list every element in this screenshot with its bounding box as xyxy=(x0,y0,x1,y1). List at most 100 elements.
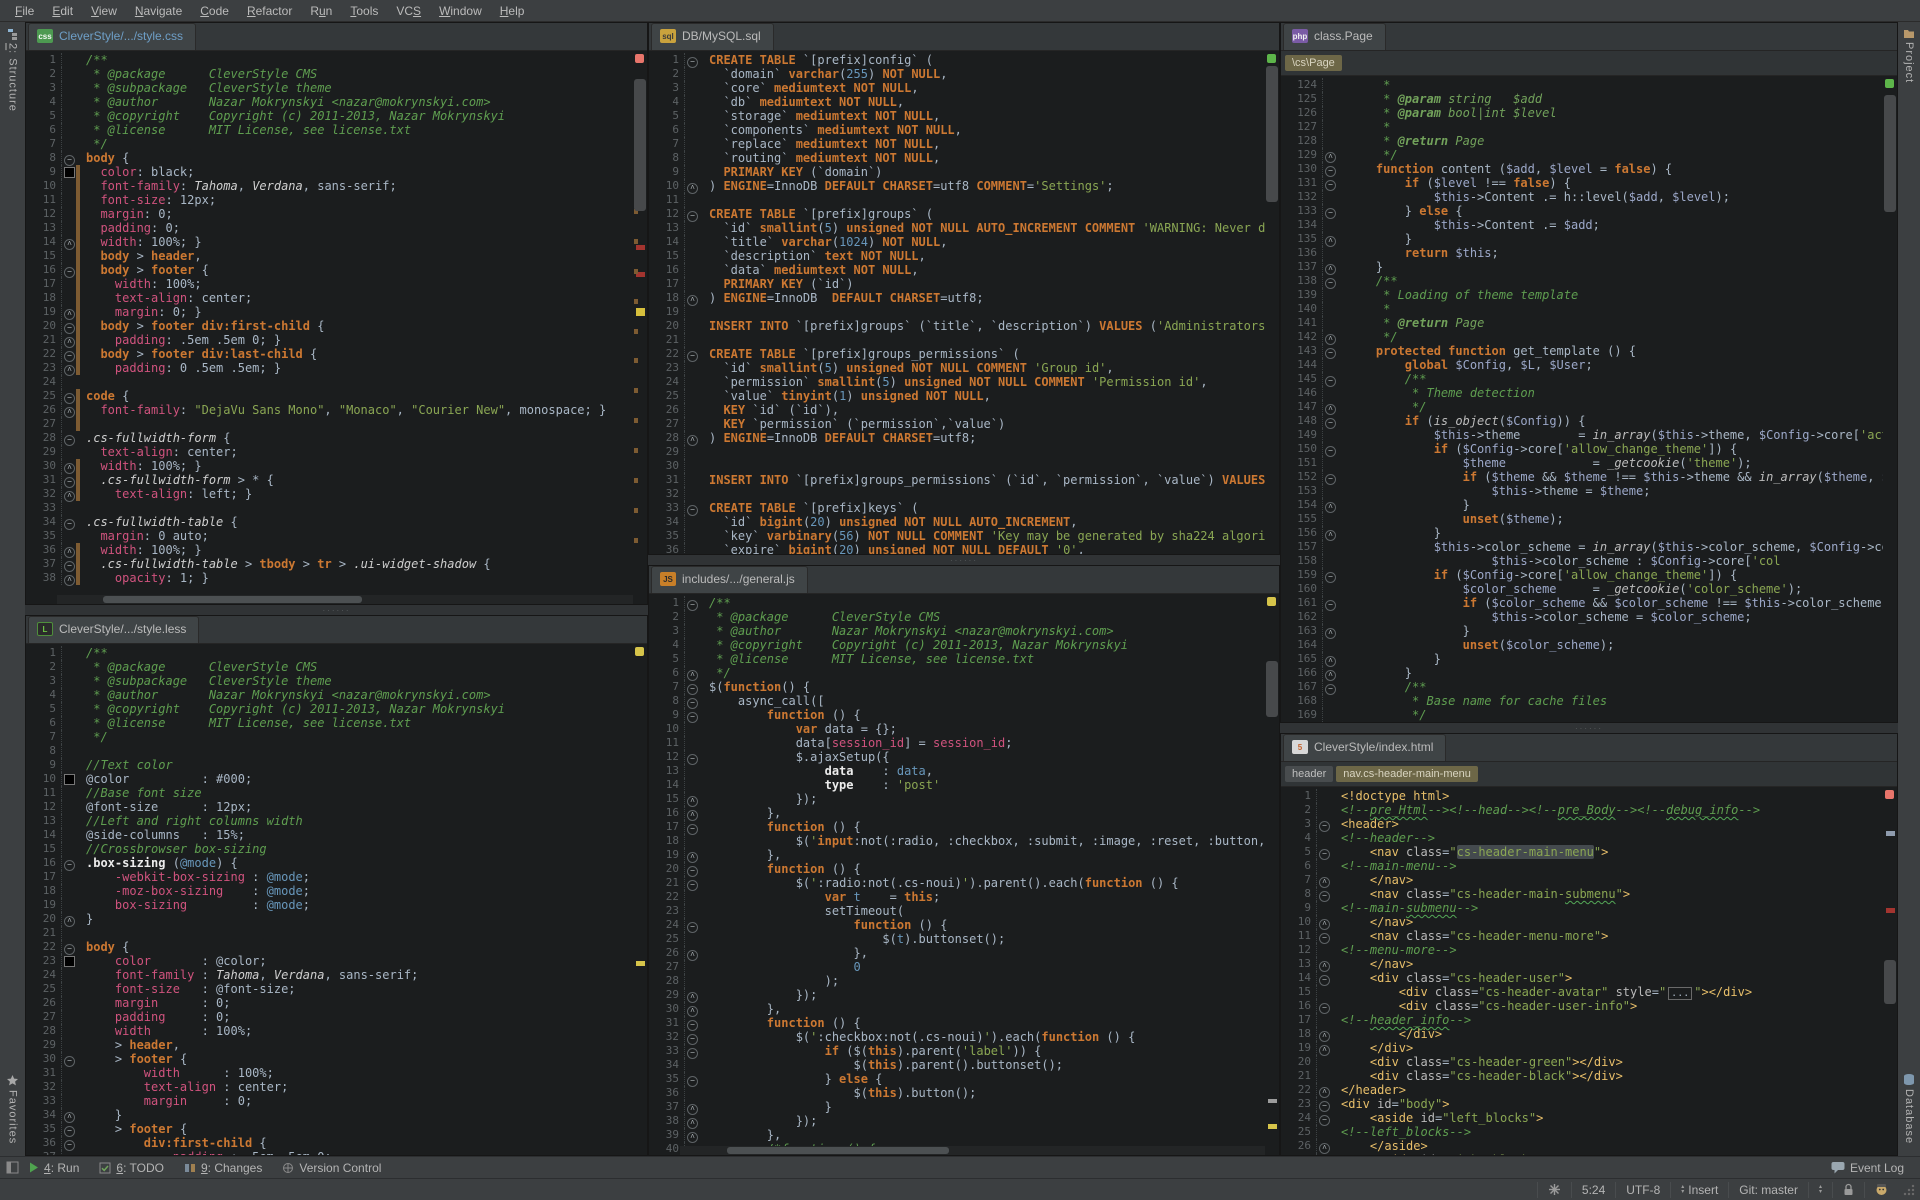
breadcrumb-item[interactable]: \cs\Page xyxy=(1285,55,1342,71)
vcs-change-bar xyxy=(76,543,80,557)
editor-pane-class-page: phpclass.Page \cs\Page 124 *125 * @param… xyxy=(1280,22,1898,723)
line-number: 156 xyxy=(1281,526,1323,540)
line-number: 24 xyxy=(649,375,685,389)
tab-style-less[interactable]: LCleverStyle/.../style.less xyxy=(28,616,199,643)
code-line: 15 <div class="cs-header-avatar" style="… xyxy=(1281,985,1883,999)
menu-item-code[interactable]: Code xyxy=(191,2,238,20)
code-area[interactable]: 1/**2 * @package CleverStyle CMS3 * @sub… xyxy=(26,51,633,604)
vertical-scrollbar-thumb[interactable] xyxy=(634,79,646,212)
horizontal-scrollbar-thumb[interactable] xyxy=(103,596,362,603)
vertical-scrollbar-thumb[interactable] xyxy=(1266,661,1278,717)
splitter[interactable]: ······ xyxy=(648,555,1280,565)
menu-item-run[interactable]: Run xyxy=(301,2,341,20)
code-line: 156˄ } xyxy=(1281,526,1883,540)
breadcrumb-item[interactable]: header xyxy=(1285,766,1333,782)
breadcrumb-item[interactable]: nav.cs-header-main-menu xyxy=(1336,766,1478,782)
line-number: 29 xyxy=(649,445,685,459)
gutter-space xyxy=(699,473,703,487)
menu-item-help[interactable]: Help xyxy=(491,2,534,20)
tab-mysql-sql[interactable]: sqlDB/MySQL.sql xyxy=(651,23,774,50)
hector-inspector-icon[interactable] xyxy=(1864,1182,1898,1198)
code-line: 139 * Loading of theme template xyxy=(1281,288,1883,302)
gutter-space xyxy=(76,940,80,954)
git-branch-widget[interactable]: Git: master xyxy=(1728,1182,1808,1198)
code-area[interactable]: 124 *125 * @param string $add126 * @para… xyxy=(1281,76,1883,722)
inspection-profile-icon[interactable] xyxy=(1537,1182,1571,1198)
tab-style-css[interactable]: cssCleverStyle/.../style.css xyxy=(28,23,196,50)
menu-item-window[interactable]: Window xyxy=(430,2,491,20)
line-number: 19 xyxy=(1281,1041,1317,1055)
file-status-indicator xyxy=(1267,54,1276,63)
tool-window-switcher-icon[interactable] xyxy=(6,1161,19,1174)
menu-item-navigate[interactable]: Navigate xyxy=(126,2,191,20)
code-line: 151 $theme = _getcookie('theme'); xyxy=(1281,456,1883,470)
code-line: 3−<header> xyxy=(1281,817,1883,831)
code-area[interactable]: 1<!doctype html>2<!--pre_Html--><!--head… xyxy=(1281,787,1883,1155)
code-line: 10 var data = {}; xyxy=(649,722,1265,736)
vertical-scrollbar-thumb[interactable] xyxy=(1266,66,1278,202)
code-line: 148− if (is_object($Config)) { xyxy=(1281,414,1883,428)
vertical-scrollbar-thumb[interactable] xyxy=(1884,960,1896,1004)
tool-button-database[interactable]: Database xyxy=(1898,1067,1920,1150)
lock-icon[interactable] xyxy=(1832,1182,1864,1198)
menu-item-vcs[interactable]: VCS xyxy=(387,2,430,20)
line-number: 11 xyxy=(26,193,62,207)
gutter-space xyxy=(699,1016,703,1030)
code-line: 27 xyxy=(26,417,633,431)
file-encoding[interactable]: UTF-8 xyxy=(1615,1182,1670,1198)
menu-item-file[interactable]: File xyxy=(6,2,43,20)
tool-button-2-structure[interactable]: 2: Structure xyxy=(0,22,25,118)
gutter-space xyxy=(1331,985,1335,999)
code-line: 30 xyxy=(649,459,1265,473)
vertical-scrollbar-thumb[interactable] xyxy=(1884,95,1896,211)
code-line: 21− $(':radio:not(.cs-noui)').parent().e… xyxy=(649,876,1265,890)
fold-marker-icon[interactable]: ˄ xyxy=(64,575,75,586)
resize-grip[interactable] xyxy=(1902,1183,1916,1197)
tool-button-4-run[interactable]: 4: Run xyxy=(19,1159,89,1177)
gutter-space xyxy=(699,750,703,764)
line-number: 8 xyxy=(649,694,685,708)
gutter-space xyxy=(699,263,703,277)
tool-button-6-todo[interactable]: 6: TODO xyxy=(89,1159,174,1177)
code-area[interactable]: 1−CREATE TABLE `[prefix]config` (2 `doma… xyxy=(649,51,1265,554)
gutter-space xyxy=(76,1066,80,1080)
line-number: 5 xyxy=(649,109,685,123)
menu-item-tools[interactable]: Tools xyxy=(341,2,387,20)
line-number: 9 xyxy=(649,165,685,179)
line-number: 21 xyxy=(649,876,685,890)
menu-item-refactor[interactable]: Refactor xyxy=(238,2,301,20)
code-line: 33 xyxy=(26,501,633,515)
tool-button-event-log[interactable]: Event Log xyxy=(1821,1159,1914,1177)
vcs-change-bar xyxy=(76,473,80,487)
line-number: 20 xyxy=(26,319,62,333)
splitter[interactable]: ······ xyxy=(25,605,648,615)
tool-button-version-control[interactable]: Version Control xyxy=(272,1159,391,1177)
line-number: 8 xyxy=(26,151,62,165)
code-line: 11 font-size: 12px; xyxy=(26,193,633,207)
horizontal-scrollbar-thumb[interactable] xyxy=(727,1147,949,1154)
line-number: 12 xyxy=(26,207,62,221)
line-number: 157 xyxy=(1281,540,1323,554)
tool-button-favorites[interactable]: Favorites xyxy=(0,1068,25,1150)
line-number: 3 xyxy=(26,674,62,688)
splitter[interactable]: ······ xyxy=(1280,723,1898,733)
horizontal-scrollbar-track[interactable] xyxy=(680,1146,1265,1155)
menu-item-edit[interactable]: Edit xyxy=(43,2,82,20)
tab-class-page[interactable]: phpclass.Page xyxy=(1283,23,1386,50)
insert-mode-toggle[interactable]: ▴▾Insert xyxy=(1670,1182,1728,1198)
tab-index-html[interactable]: 5CleverStyle/index.html xyxy=(1283,734,1446,761)
gutter-space xyxy=(1331,901,1335,915)
code-area[interactable]: 1/**2 * @package CleverStyle CMS3 * @sub… xyxy=(26,644,633,1155)
tool-button-project[interactable]: Project xyxy=(1898,22,1920,89)
code-line: 30˄ }, xyxy=(649,1002,1265,1016)
code-area[interactable]: 1−/**2 * @package CleverStyle CMS3 * @au… xyxy=(649,594,1265,1155)
caret-position[interactable]: 5:24 xyxy=(1571,1182,1615,1198)
tab-general-js[interactable]: JSincludes/.../general.js xyxy=(651,566,808,593)
gutter-space xyxy=(76,730,80,744)
menu-item-view[interactable]: View xyxy=(82,2,126,20)
tool-button-9-changes[interactable]: 9: Changes xyxy=(174,1159,272,1177)
gutter-space xyxy=(1331,1083,1335,1097)
gutter-space xyxy=(699,137,703,151)
scroll-mode-icon[interactable]: ▴▾ xyxy=(1808,1182,1832,1198)
horizontal-scrollbar-track[interactable] xyxy=(57,595,633,604)
